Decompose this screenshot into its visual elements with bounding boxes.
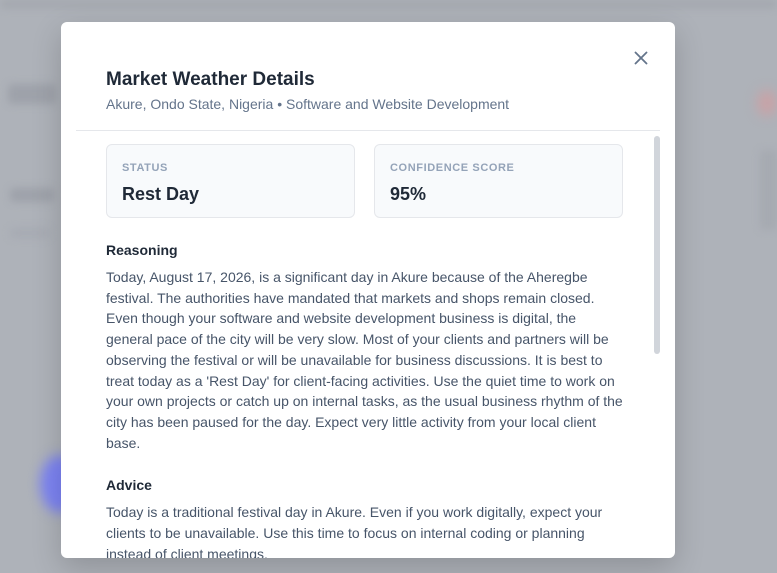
scrollbar[interactable] [654, 136, 660, 556]
modal-subtitle: Akure, Ondo State, Nigeria • Software an… [106, 96, 510, 112]
background-title-block [8, 84, 56, 104]
advice-text: Today is a traditional festival day in A… [106, 504, 603, 558]
modal-title: Market Weather Details [106, 69, 315, 90]
advice-section: Advice Today is a traditional festival d… [106, 476, 626, 558]
background-line-block [10, 228, 50, 238]
confidence-card: CONFIDENCE SCORE 95% [374, 144, 623, 218]
advice-heading: Advice [106, 477, 152, 494]
modal-header: Market Weather Details Akure, Ondo State… [106, 68, 626, 113]
close-button[interactable] [629, 46, 653, 70]
status-value: Rest Day [122, 184, 200, 204]
summary-cards: STATUS Rest Day CONFIDENCE SCORE 95% [106, 144, 626, 218]
status-card: STATUS Rest Day [106, 144, 355, 218]
close-icon [634, 51, 648, 65]
background-subtitle-block [10, 188, 54, 202]
reasoning-heading: Reasoning [106, 242, 178, 258]
confidence-value: 95% [390, 184, 427, 204]
reasoning-section: Reasoning Today, August 17, 2026, is a s… [106, 241, 626, 453]
reasoning-text: Today, August 17, 2026, is a significant… [106, 269, 623, 451]
status-label: STATUS [122, 162, 168, 174]
market-weather-modal: Market Weather Details Akure, Ondo State… [61, 22, 675, 558]
background-header-bar [0, 0, 777, 8]
scrollbar-thumb[interactable] [654, 136, 660, 354]
background-right-block [760, 150, 777, 230]
background-red-dot [757, 90, 777, 116]
modal-scroll-content[interactable]: STATUS Rest Day CONFIDENCE SCORE 95% Rea… [106, 144, 626, 558]
confidence-label: CONFIDENCE SCORE [390, 162, 515, 174]
header-divider [76, 130, 660, 131]
